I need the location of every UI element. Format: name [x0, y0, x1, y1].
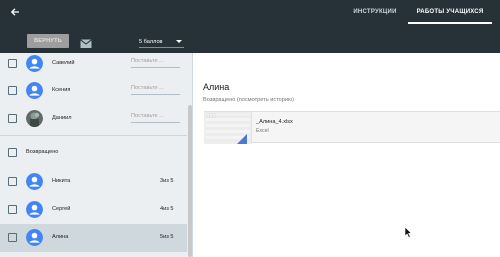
back-button[interactable] [8, 5, 22, 19]
mail-icon [80, 39, 92, 48]
student-row[interactable]: Ксения Поставьте ... [0, 77, 187, 105]
student-row[interactable]: Сергей 4из 5 [0, 196, 187, 224]
default-avatar-icon [26, 229, 43, 246]
student-checkbox[interactable] [8, 114, 17, 123]
student-row[interactable]: Савелий Поставьте ... [0, 53, 187, 78]
default-avatar-icon [26, 55, 43, 72]
avatar [26, 201, 43, 218]
grade-input[interactable]: Поставьте ... [131, 85, 180, 95]
default-avatar-icon [26, 82, 43, 99]
student-name: Никита [52, 178, 71, 184]
grade-value[interactable]: 5из 5 [160, 234, 173, 240]
top-app-bar: ИНСТРУКЦИИ РАБОТЫ УЧАЩИХСЯ [0, 0, 500, 24]
chevron-down-icon [176, 40, 182, 43]
attachment-card[interactable] [204, 111, 500, 144]
status-history-link[interactable]: Возвращено (посмотреть историю) [203, 97, 294, 103]
scrollbar[interactable] [188, 105, 192, 257]
student-checkbox[interactable] [8, 59, 17, 68]
student-checkbox[interactable] [8, 86, 17, 95]
student-name: Савелий [52, 60, 75, 66]
email-button[interactable] [80, 36, 92, 48]
tab-instructions[interactable]: ИНСТРУКЦИИ [345, 0, 405, 24]
avatar [26, 55, 43, 72]
grade-input[interactable]: Поставьте ... [131, 113, 180, 123]
student-title: Алина [203, 82, 230, 92]
points-select[interactable]: 5 баллов [139, 36, 184, 48]
student-row[interactable]: Даниил Поставьте ... [0, 105, 187, 133]
section-divider [0, 135, 187, 136]
mouse-cursor-icon [404, 226, 412, 238]
file-name[interactable]: _Алина_4.xlsx [256, 119, 293, 125]
avatar [26, 229, 43, 246]
student-name: Ксения [52, 87, 71, 93]
spreadsheet-grid-icon [206, 113, 216, 118]
points-value: 5 баллов [139, 38, 163, 45]
default-avatar-icon [26, 173, 43, 190]
student-name: Алина [52, 234, 69, 240]
student-name: Сергей [52, 206, 71, 212]
tab-student-works[interactable]: РАБОТЫ УЧАЩИХСЯ [408, 0, 492, 24]
student-list: Савелий Поставьте ... Ксения Поставьте .… [0, 53, 193, 257]
avatar [26, 110, 43, 127]
student-checkbox[interactable] [8, 205, 17, 214]
grade-value[interactable]: 4из 5 [160, 206, 173, 212]
section-label: Возвращено [26, 149, 59, 155]
student-checkbox[interactable] [8, 233, 17, 242]
student-row-selected[interactable]: Алина 5из 5 [0, 224, 187, 252]
grade-value[interactable]: 3из 5 [160, 178, 173, 184]
avatar [26, 173, 43, 190]
arrow-left-icon [10, 8, 19, 16]
return-button[interactable]: ВЕРНУТЬ [27, 34, 69, 48]
student-row[interactable]: Никита 3из 5 [0, 168, 187, 196]
default-avatar-icon [26, 201, 43, 218]
grading-toolbar: ВЕРНУТЬ 5 баллов [0, 24, 500, 53]
file-type-corner-icon [237, 134, 247, 144]
avatar [26, 82, 43, 99]
section-checkbox[interactable] [8, 148, 17, 157]
file-type: Excel [256, 128, 269, 134]
student-checkbox[interactable] [8, 177, 17, 186]
file-thumbnail [204, 112, 252, 144]
student-name: Даниил [52, 115, 72, 121]
photo-avatar-icon [26, 110, 43, 127]
returned-section-header: Возвращено [0, 139, 187, 167]
grade-input[interactable]: Поставьте ... [131, 58, 180, 68]
